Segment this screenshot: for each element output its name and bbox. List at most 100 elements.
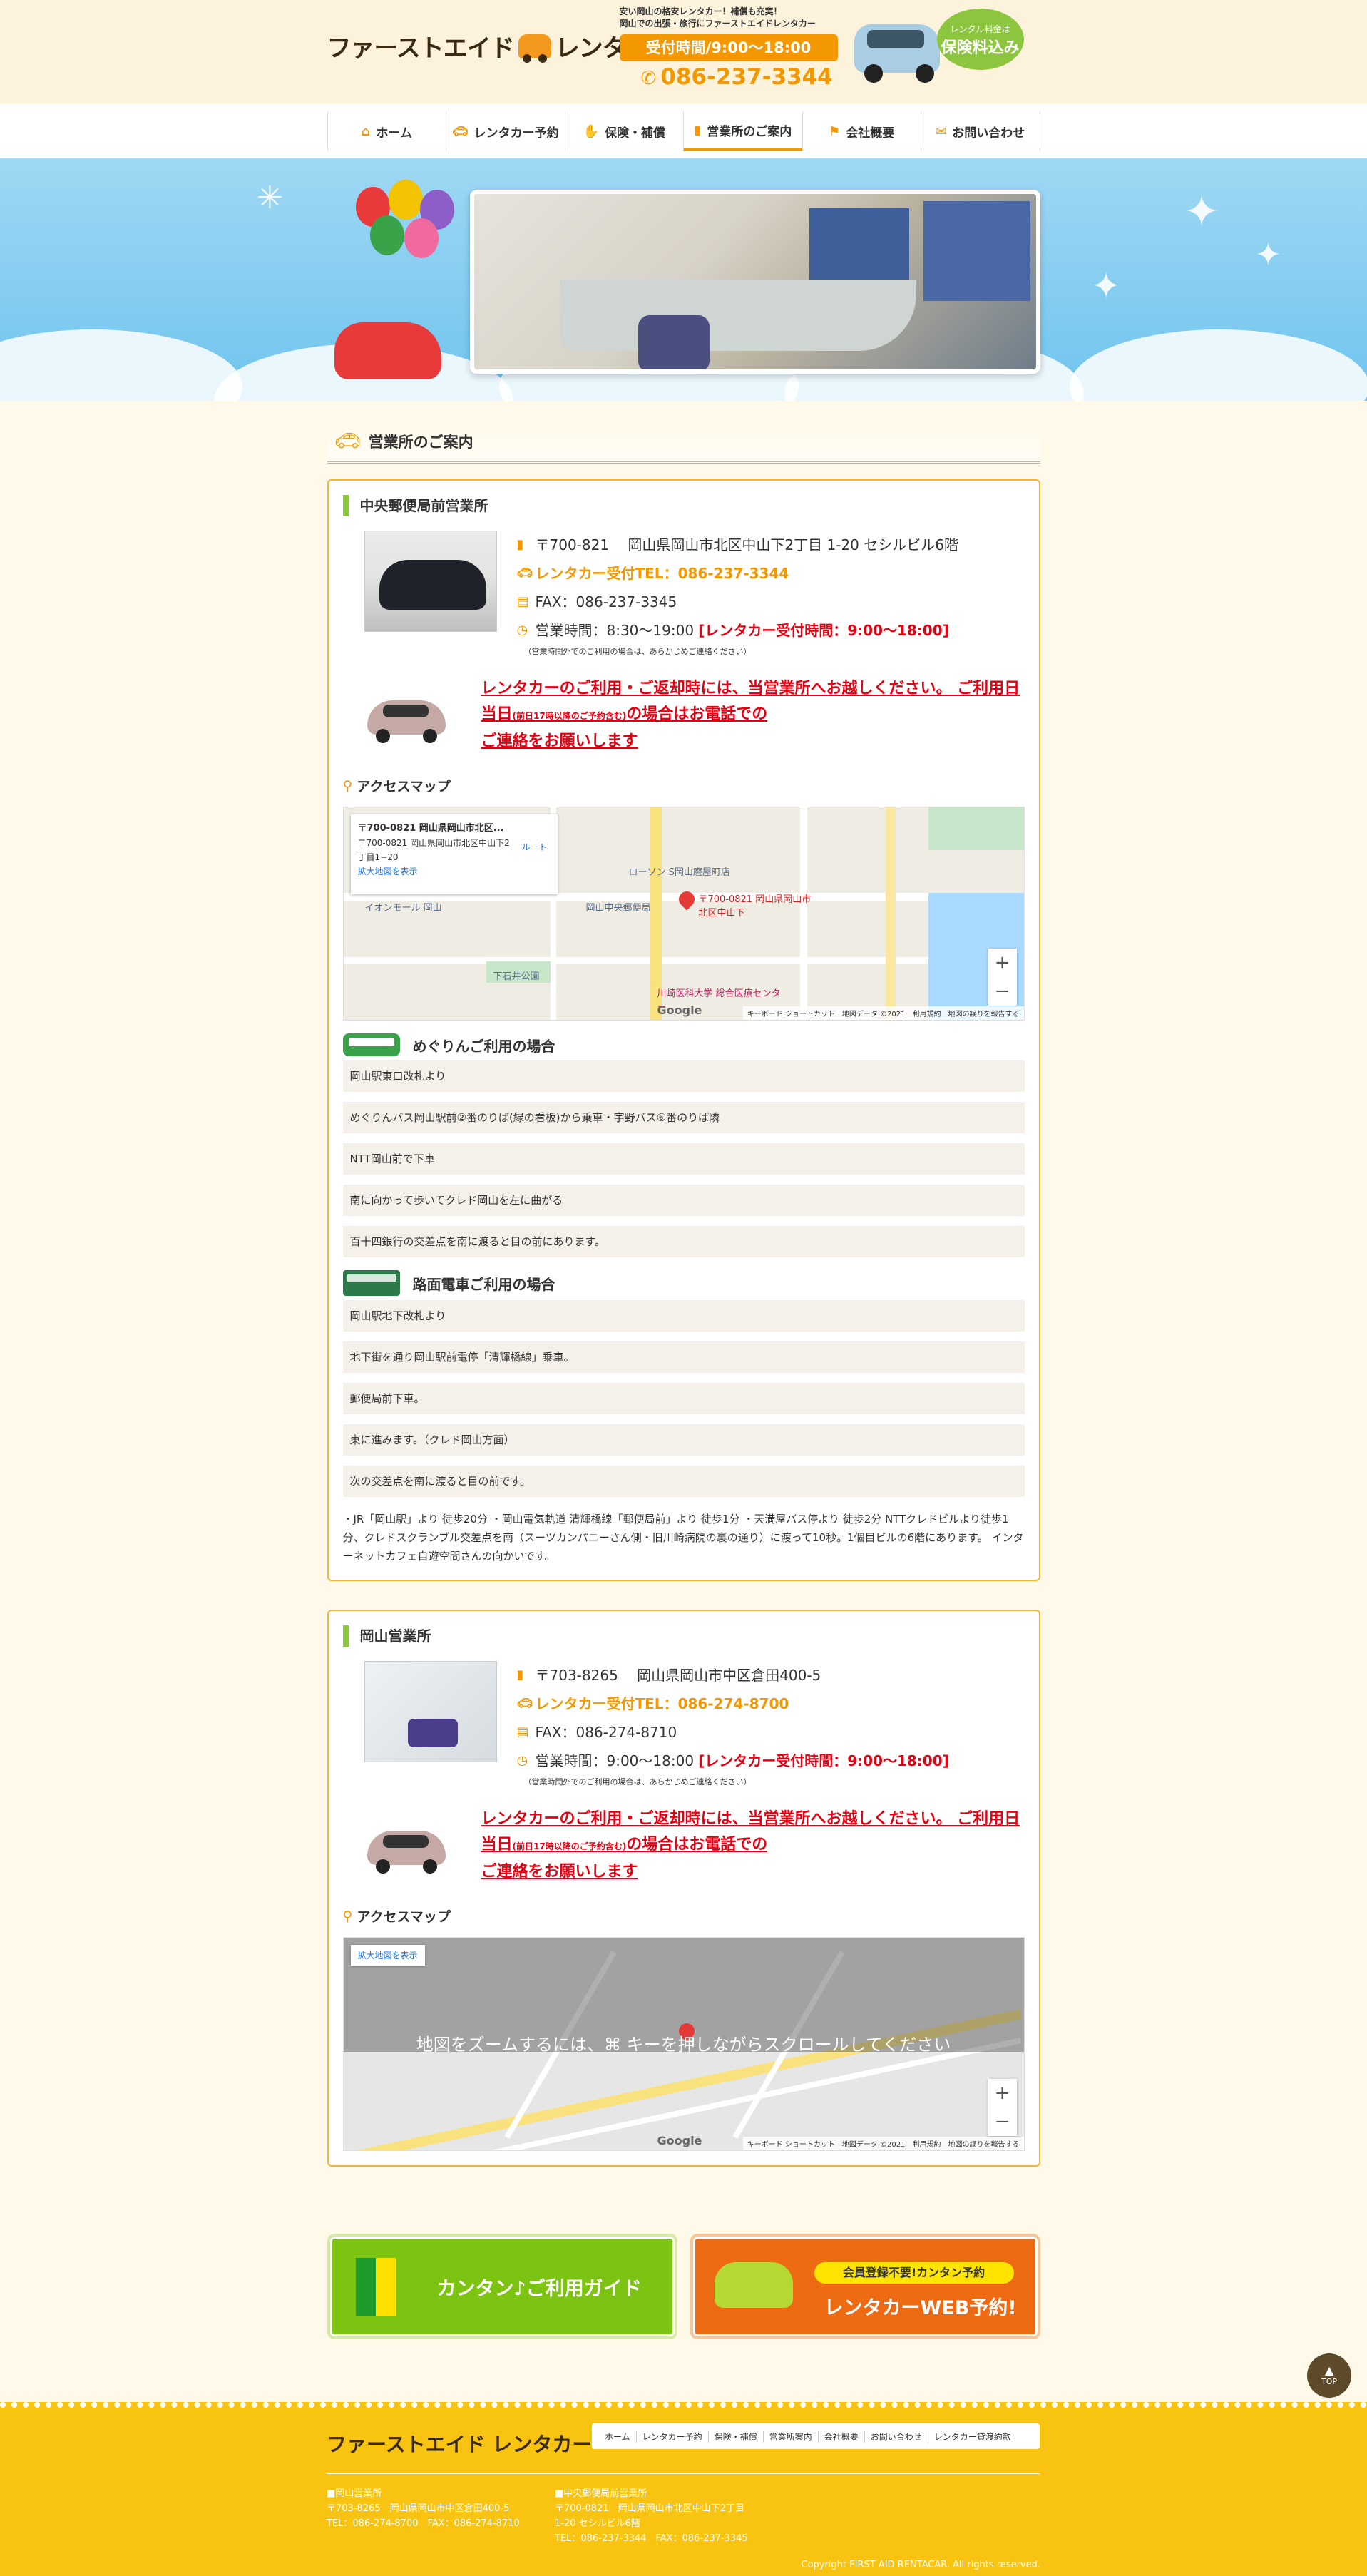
footer-link[interactable]: 会社概要 bbox=[817, 2430, 864, 2443]
footer-office-1: ■岡山営業所 〒703-8265 岡山県岡山市中区倉田400-5 TEL：086… bbox=[327, 2486, 520, 2531]
main-content: 🚗︎ 営業所のご案内 中央郵便局前営業所 ▮ 〒700-821 岡山県岡山市北区中… bbox=[327, 401, 1040, 2167]
office-tel[interactable]: レンタカー受付TEL：086-274-8700 bbox=[536, 1690, 789, 1718]
google-map-okayama[interactable]: 拡大地図を表示 地図をズームするには、⌘ キーを押しながらスクロールしてください… bbox=[342, 1937, 1025, 2151]
tram-heading: 路面電車ご利用の場合 bbox=[342, 1270, 1025, 1296]
guide-banner[interactable]: カンタン♪ご利用ガイド bbox=[327, 2234, 677, 2339]
bus-heading: めぐりんご利用の場合 bbox=[342, 1033, 1025, 1056]
map-label: 下石井公園 bbox=[493, 971, 540, 982]
map-route-link[interactable]: ルート bbox=[521, 840, 547, 854]
footer-logo[interactable]: ファーストエイド レンタカー bbox=[327, 2429, 592, 2458]
car-icon: 🚗︎ bbox=[334, 429, 362, 454]
map-pin-icon: ⚲ bbox=[342, 1908, 353, 1924]
car-icon: 🚗︎ bbox=[451, 123, 469, 139]
nav-label: 営業所のご案内 bbox=[707, 124, 792, 139]
map-footer[interactable]: キーボード ショートカット 地図データ ©2021 利用規約 地図の誤りを報告す… bbox=[742, 1006, 1024, 1020]
arrow-up-icon: ▲ bbox=[1324, 2363, 1334, 2377]
footer-office-2: ■中央郵便局前営業所 〒700-0821 岡山県岡山市北区中山下2丁目 1-20… bbox=[555, 2486, 754, 2546]
route-step: めぐりんバス岡山駅前②番のりば(緑の看板)から乗車・宇野バス⑥番のりば隣 bbox=[342, 1102, 1025, 1133]
map-pin-icon[interactable] bbox=[675, 888, 698, 911]
map-info-card: 〒700-0821 岡山県岡山市北区... 〒700-0821 岡山県岡山市北区… bbox=[350, 814, 558, 894]
route-step: 百十四銀行の交差点を南に渡ると目の前にあります。 bbox=[342, 1226, 1025, 1257]
office-card-okayama: 岡山営業所 ▮ 〒703-8265 岡山県岡山市中区倉田400-5 🚗︎ レンタカー… bbox=[327, 1610, 1040, 2167]
access-map-heading: ⚲ アクセスマップ bbox=[343, 1906, 1025, 1926]
map-footer[interactable]: キーボード ショートカット 地図データ ©2021 利用規約 地図の誤りを報告す… bbox=[742, 2137, 1024, 2150]
office-car-photo bbox=[364, 531, 497, 632]
map-pin-icon: ⚲ bbox=[342, 777, 353, 794]
office-hours-reception: [レンタカー受付時間：9:00〜18:00] bbox=[698, 1752, 949, 1769]
map-label: ローソン S岡山磨屋町店 bbox=[628, 867, 730, 878]
back-to-top-button[interactable]: ▲ TOP bbox=[1307, 2353, 1351, 2398]
route-step: 南に向かって歩いてクレド岡山を左に曲がる bbox=[342, 1185, 1025, 1216]
footer-link[interactable]: レンタカー貸渡約款 bbox=[927, 2430, 1017, 2443]
route-step: 岡山駅東口改札より bbox=[342, 1060, 1025, 1092]
copyright: Copyright FIRST AID RENTACAR. All rights… bbox=[801, 2560, 1040, 2570]
office-details: ▮ 〒703-8265 岡山県岡山市中区倉田400-5 🚗︎ レンタカー受付TEL：… bbox=[517, 1661, 949, 1789]
mail-icon: ✉ bbox=[936, 123, 947, 139]
star-icon: ✦ bbox=[1255, 237, 1281, 273]
web-reservation-banner[interactable]: 会員登録不要!カンタン予約 レンタカーWEB予約! bbox=[690, 2234, 1040, 2339]
nav-reservation[interactable]: 🚗︎ レンタカー予約 bbox=[446, 111, 565, 151]
map-scroll-message: 地図をズームするには、⌘ キーを押しながらスクロールしてください bbox=[416, 2035, 951, 2055]
badge-big-text: 保険料込み bbox=[941, 39, 1020, 57]
office-notice: レンタカーのご利用・ご返却時には、当営業所へお越しください。 ご利用日当日(前日… bbox=[343, 1806, 1025, 1885]
top-label: TOP bbox=[1321, 2377, 1337, 2386]
notice-car-icon bbox=[364, 689, 450, 743]
notice-line-2: の場合はお電話での bbox=[626, 705, 768, 723]
notice-small: (前日17時以降のご予約含む) bbox=[512, 711, 627, 721]
office-hours: 営業時間：8:30〜19:00 bbox=[535, 622, 695, 639]
notice-line-3: ご連絡をお願いします bbox=[481, 732, 638, 750]
map-label: 岡山中央郵便局 bbox=[585, 903, 651, 914]
zoom-out-button[interactable]: − bbox=[988, 977, 1017, 1006]
office-notice: レンタカーのご利用・ご返却時には、当営業所へお越しください。 ご利用日当日(前日… bbox=[343, 676, 1025, 755]
footer-link[interactable]: 保険・補償 bbox=[707, 2430, 763, 2443]
nav-home[interactable]: ⌂ ホーム bbox=[327, 111, 446, 151]
nav-contact[interactable]: ✉ お問い合わせ bbox=[921, 111, 1040, 151]
hours-badge: 受付時間/9:00〜18:00 bbox=[619, 34, 838, 61]
footer-link[interactable]: ホーム bbox=[599, 2431, 636, 2443]
footer-link[interactable]: 営業所案内 bbox=[762, 2430, 818, 2443]
access-map-heading: ⚲ アクセスマップ bbox=[343, 776, 1025, 795]
footer-office-tel: TEL：086-237-3344 FAX：086-237-3345 bbox=[555, 2533, 748, 2544]
office-card-central: 中央郵便局前営業所 ▮ 〒700-821 岡山県岡山市北区中山下2丁目 1-20 … bbox=[327, 479, 1040, 1581]
office-details: ▮ 〒700-821 岡山県岡山市北区中山下2丁目 1-20 セシルビル6階 🚗︎… bbox=[517, 531, 958, 659]
office-info: ▮ 〒703-8265 岡山県岡山市中区倉田400-5 🚗︎ レンタカー受付TEL：… bbox=[343, 1661, 1025, 1789]
map-zoom-control[interactable]: + − bbox=[988, 949, 1017, 1006]
site-footer: ファーストエイド レンタカー ホーム レンタカー予約 保険・補償 営業所案内 会… bbox=[0, 2402, 1367, 2576]
map-expand-link[interactable]: 拡大地図を表示 bbox=[350, 1945, 425, 1966]
nav-offices[interactable]: ▮ 営業所のご案内 bbox=[683, 111, 802, 151]
green-car-icon bbox=[714, 2262, 793, 2308]
reservation-banner-text: レンタカーWEB予約! bbox=[824, 2297, 1017, 2319]
google-map-central[interactable]: イオンモール 岡山 岡山中央郵便局 下石井公園 ローソン S岡山磨屋町店 川崎医… bbox=[342, 807, 1025, 1021]
beginner-mark-icon bbox=[355, 2258, 396, 2316]
nav-company[interactable]: ⚑ 会社概要 bbox=[802, 111, 921, 151]
notice-car-icon bbox=[364, 1819, 450, 1874]
nav-insurance[interactable]: ✋ 保険・補償 bbox=[564, 111, 684, 151]
office-tel[interactable]: レンタカー受付TEL：086-237-3344 bbox=[536, 559, 789, 588]
zoom-in-button[interactable]: + bbox=[988, 2079, 1017, 2107]
handshake-icon: ✋ bbox=[583, 123, 599, 139]
footer-divider bbox=[327, 2473, 1040, 2474]
guide-banner-text: カンタン♪ご利用ガイド bbox=[436, 2277, 642, 2300]
global-nav: ⌂ ホーム 🚗︎ レンタカー予約 ✋ 保険・補償 ▮ 営業所のご案内 ⚑ 会社概要 ✉ お問… bbox=[0, 104, 1367, 158]
header-phone[interactable]: ✆ 086-237-3344 bbox=[620, 64, 855, 90]
route-step: 地下街を通り岡山駅前電停「清輝橋線」乗車。 bbox=[342, 1341, 1025, 1373]
route-step: 次の交差点を南に渡ると目の前です。 bbox=[342, 1466, 1025, 1497]
clock-icon: ◷ bbox=[516, 1753, 528, 1768]
star-icon: ✳ bbox=[257, 180, 283, 216]
notice-text: レンタカーのご利用・ご返却時には、当営業所へお越しください。 ご利用日当日(前日… bbox=[481, 676, 1023, 755]
site-header: ファーストエイド レンタカー 安い岡山の格安レンタカー！補償も充実！ 岡山での出… bbox=[0, 0, 1367, 104]
bus-icon bbox=[342, 1033, 400, 1056]
nav-label: 保険・補償 bbox=[604, 126, 665, 140]
footer-link[interactable]: レンタカー予約 bbox=[635, 2430, 708, 2443]
footer-link[interactable]: お問い合わせ bbox=[864, 2430, 928, 2443]
nav-label: お問い合わせ bbox=[952, 126, 1025, 140]
office-hours-note: （営業時間外でのご利用の場合は、あらかじめご連絡ください） bbox=[523, 647, 752, 656]
route-step: 郵便局前下車。 bbox=[342, 1383, 1025, 1414]
logo-car-icon bbox=[518, 34, 551, 63]
zoom-in-button[interactable]: + bbox=[988, 949, 1017, 977]
bus-route: めぐりんご利用の場合 岡山駅東口改札より めぐりんバス岡山駅前②番のりば(緑の看… bbox=[342, 1033, 1025, 1257]
zoom-out-button[interactable]: − bbox=[988, 2107, 1017, 2136]
map-expand-link[interactable]: 拡大地図を表示 bbox=[358, 864, 551, 879]
footer-office-name: ■中央郵便局前営業所 bbox=[555, 2488, 647, 2499]
map-zoom-control[interactable]: + − bbox=[988, 2079, 1017, 2136]
